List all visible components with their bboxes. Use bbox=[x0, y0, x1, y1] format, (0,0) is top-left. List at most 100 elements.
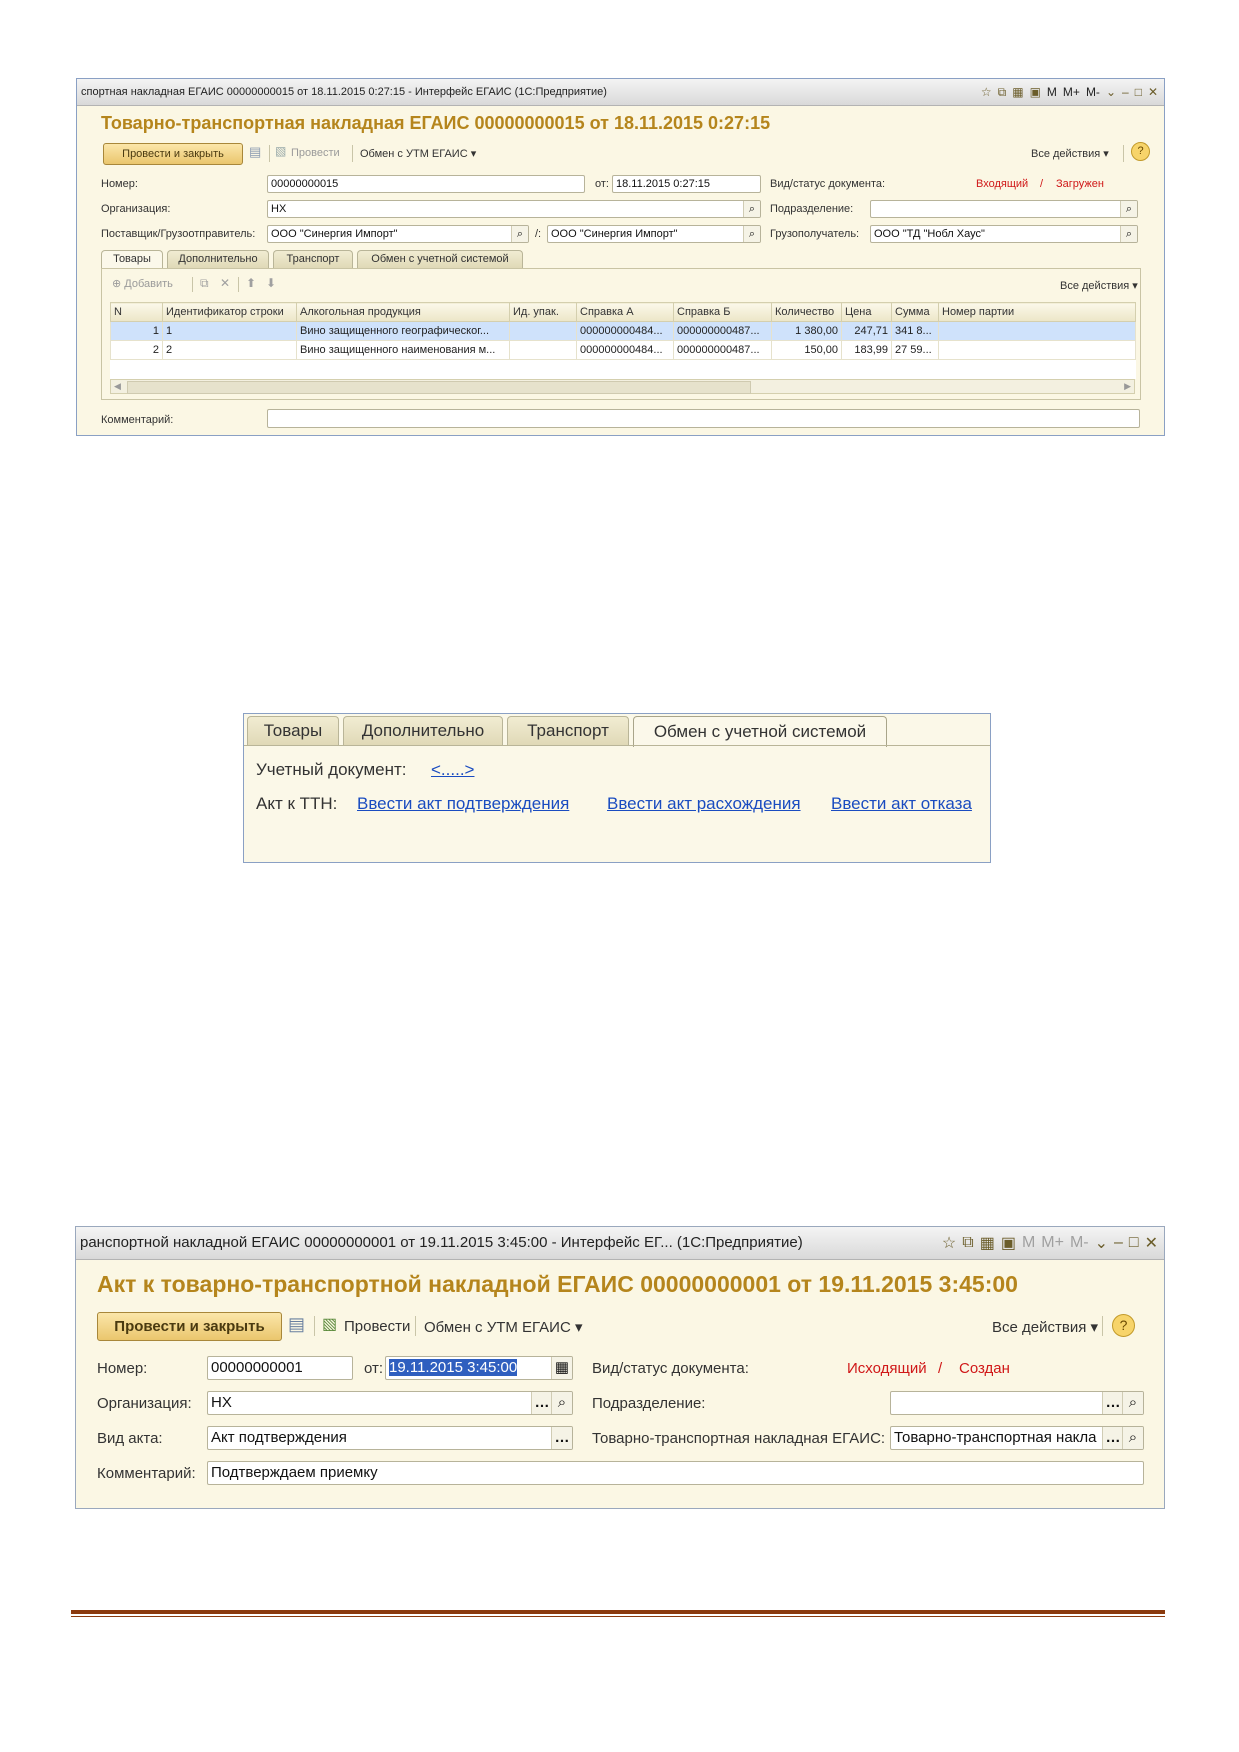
table-cell[interactable]: 2 bbox=[110, 340, 163, 360]
column-header[interactable]: Цена bbox=[841, 302, 892, 322]
select-icon[interactable]: … bbox=[1102, 1427, 1123, 1449]
tab-exchange[interactable]: Обмен с учетной системой bbox=[633, 716, 887, 747]
tab-additional[interactable]: Дополнительно bbox=[167, 250, 269, 268]
table-all-actions-menu[interactable]: Все действия ▾ bbox=[1060, 279, 1138, 292]
table-cell[interactable] bbox=[938, 340, 1136, 360]
column-header[interactable]: Справка Б bbox=[673, 302, 772, 322]
table-cell[interactable]: 1 380,00 bbox=[771, 321, 842, 341]
favorite-icon[interactable]: ☆ bbox=[942, 1233, 956, 1253]
column-header[interactable]: Номер партии bbox=[938, 302, 1136, 322]
table-cell[interactable]: 183,99 bbox=[841, 340, 892, 360]
supplier-field[interactable]: ООО "Синергия Импорт" ⌕ bbox=[267, 225, 529, 243]
scrollbar-thumb[interactable] bbox=[127, 381, 751, 394]
horizontal-scrollbar[interactable]: ◀ ▶ bbox=[110, 379, 1135, 394]
search-icon[interactable]: ⌕ bbox=[1122, 1427, 1143, 1449]
post-button[interactable]: Провести bbox=[291, 147, 340, 159]
table-cell[interactable]: 150,00 bbox=[771, 340, 842, 360]
table-cell[interactable]: 1 bbox=[162, 321, 297, 341]
close-icon[interactable]: ✕ bbox=[1148, 85, 1158, 99]
table-cell[interactable]: Вино защищенного наименования м... bbox=[296, 340, 510, 360]
tab-exchange[interactable]: Обмен с учетной системой bbox=[357, 250, 523, 268]
link-icon[interactable]: ⧉ bbox=[998, 85, 1007, 100]
enter-confirmation-act-link[interactable]: Ввести акт подтверждения bbox=[357, 794, 569, 814]
calculator-icon[interactable]: ▦ bbox=[1012, 85, 1023, 99]
memory-plus-button[interactable]: M+ bbox=[1063, 85, 1080, 99]
select-icon[interactable]: … bbox=[551, 1427, 572, 1449]
consignee-field[interactable]: ООО "ТД "Нобл Хаус" ⌕ bbox=[870, 225, 1138, 243]
search-icon[interactable]: ⌕ bbox=[511, 226, 528, 242]
table-row[interactable]: 2 2 Вино защищенного наименования м... 0… bbox=[110, 340, 1136, 360]
table-cell[interactable]: 000000000484... bbox=[576, 340, 674, 360]
column-header[interactable]: Ид. упак. bbox=[509, 302, 577, 322]
search-icon[interactable]: ⌕ bbox=[1120, 226, 1137, 242]
calendar-icon[interactable]: ▣ bbox=[1030, 85, 1041, 99]
table-cell[interactable]: 000000000487... bbox=[673, 340, 772, 360]
shipper-field[interactable]: ООО "Синергия Импорт" ⌕ bbox=[547, 225, 761, 243]
favorite-icon[interactable]: ☆ bbox=[981, 85, 992, 99]
accounting-document-link[interactable]: <.....> bbox=[431, 760, 474, 780]
table-cell[interactable] bbox=[938, 321, 1136, 341]
help-icon[interactable]: ? bbox=[1131, 142, 1150, 161]
search-icon[interactable]: ⌕ bbox=[743, 226, 760, 242]
comment-field[interactable] bbox=[267, 409, 1140, 428]
table-cell[interactable]: 000000000487... bbox=[673, 321, 772, 341]
all-actions-menu[interactable]: Все действия ▾ bbox=[1031, 147, 1109, 160]
post-and-close-button[interactable]: Провести и закрыть bbox=[103, 143, 243, 165]
memory-minus-button[interactable]: M- bbox=[1070, 1234, 1089, 1252]
table-cell[interactable] bbox=[509, 340, 577, 360]
organization-field[interactable]: НХ … ⌕ bbox=[207, 1391, 573, 1415]
post-button[interactable]: Провести bbox=[344, 1318, 410, 1335]
save-icon[interactable]: ▤ bbox=[249, 144, 261, 160]
save-icon[interactable]: ▤ bbox=[288, 1314, 305, 1335]
copy-icon[interactable]: ⧉ bbox=[200, 276, 209, 291]
column-header[interactable]: Справка А bbox=[576, 302, 674, 322]
all-actions-menu[interactable]: Все действия ▾ bbox=[992, 1318, 1098, 1336]
search-icon[interactable]: ⌕ bbox=[1120, 201, 1137, 217]
tab-goods[interactable]: Товары bbox=[101, 250, 163, 268]
calendar-icon[interactable]: ▣ bbox=[1001, 1233, 1016, 1253]
minimize-icon[interactable]: – bbox=[1122, 85, 1129, 99]
exchange-utm-menu[interactable]: Обмен с УТМ ЕГАИС ▾ bbox=[360, 147, 476, 160]
table-cell[interactable]: 2 bbox=[162, 340, 297, 360]
memory-button[interactable]: M bbox=[1047, 85, 1057, 99]
close-icon[interactable]: ✕ bbox=[1145, 1233, 1158, 1253]
search-icon[interactable]: ⌕ bbox=[551, 1392, 572, 1414]
select-icon[interactable]: … bbox=[1102, 1392, 1123, 1414]
enter-discrepancy-act-link[interactable]: Ввести акт расхождения bbox=[607, 794, 801, 814]
exchange-utm-menu[interactable]: Обмен с УТМ ЕГАИС ▾ bbox=[424, 1318, 583, 1336]
table-cell[interactable]: 341 8... bbox=[891, 321, 939, 341]
dropdown-icon[interactable]: ⌄ bbox=[1095, 1233, 1108, 1253]
goods-table[interactable]: N Идентификатор строки Алкогольная проду… bbox=[110, 302, 1136, 379]
minimize-icon[interactable]: – bbox=[1114, 1234, 1123, 1252]
tab-goods[interactable]: Товары bbox=[247, 716, 339, 745]
subdivision-field[interactable]: ⌕ bbox=[870, 200, 1138, 218]
table-cell[interactable]: Вино защищенного географическог... bbox=[296, 321, 510, 341]
enter-refusal-act-link[interactable]: Ввести акт отказа bbox=[831, 794, 972, 814]
link-icon[interactable]: ⧉ bbox=[962, 1234, 973, 1252]
move-down-icon[interactable]: ⬇ bbox=[266, 276, 276, 290]
search-icon[interactable]: ⌕ bbox=[1122, 1392, 1143, 1414]
memory-minus-button[interactable]: M- bbox=[1086, 85, 1100, 99]
tab-transport[interactable]: Транспорт bbox=[273, 250, 353, 268]
number-field[interactable]: 00000000001 bbox=[207, 1356, 353, 1380]
select-icon[interactable]: … bbox=[531, 1392, 552, 1414]
date-field[interactable]: 18.11.2015 0:27:15 bbox=[612, 175, 761, 193]
column-header[interactable]: Идентификатор строки bbox=[162, 302, 297, 322]
tab-additional[interactable]: Дополнительно bbox=[343, 716, 503, 745]
maximize-icon[interactable]: □ bbox=[1135, 85, 1142, 99]
search-icon[interactable]: ⌕ bbox=[743, 201, 760, 217]
column-header[interactable]: Количество bbox=[771, 302, 842, 322]
table-row[interactable]: 1 1 Вино защищенного географическог... 0… bbox=[110, 321, 1136, 341]
table-cell[interactable]: 1 bbox=[110, 321, 163, 341]
scroll-left-icon[interactable]: ◀ bbox=[114, 380, 121, 393]
post-and-close-button[interactable]: Провести и закрыть bbox=[97, 1312, 282, 1341]
organization-field[interactable]: НХ ⌕ bbox=[267, 200, 761, 218]
column-header[interactable]: Алкогольная продукция bbox=[296, 302, 510, 322]
help-icon[interactable]: ? bbox=[1112, 1314, 1135, 1337]
act-kind-field[interactable]: Акт подтверждения … bbox=[207, 1426, 573, 1450]
memory-plus-button[interactable]: M+ bbox=[1041, 1234, 1064, 1252]
move-up-icon[interactable]: ⬆ bbox=[246, 276, 256, 290]
ttn-field[interactable]: Товарно-транспортная накла … ⌕ bbox=[890, 1426, 1144, 1450]
maximize-icon[interactable]: □ bbox=[1129, 1234, 1139, 1252]
calculator-icon[interactable]: ▦ bbox=[980, 1233, 995, 1253]
